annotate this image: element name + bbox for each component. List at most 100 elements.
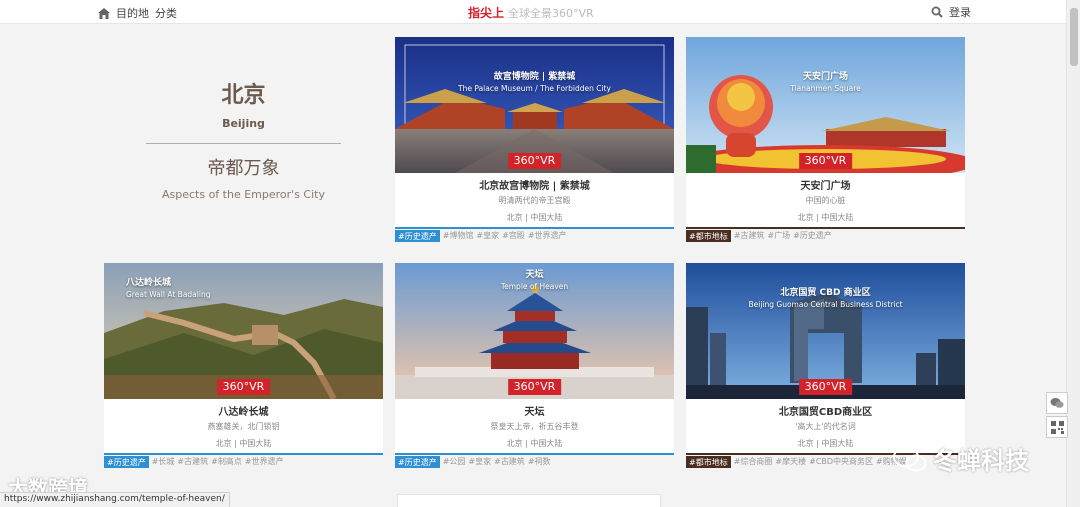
vr-badge: 360°VR: [798, 153, 853, 169]
scene-photo-title: 天坛 Temple of Heaven: [395, 269, 674, 293]
city-name-en: Beijing: [222, 117, 265, 130]
tag-link[interactable]: #皇家: [468, 456, 491, 467]
scene-info: 八达岭长城 燕塞雄关，北门锁钥 北京 | 中国大陆: [104, 399, 383, 455]
qrcode-button[interactable]: [1046, 416, 1068, 438]
scene-info: 天坛 祭皇天上帝，祈五谷丰登 北京 | 中国大陆: [395, 399, 674, 455]
page-scrollbar[interactable]: [1066, 0, 1080, 507]
tag-link[interactable]: #博物馆: [443, 230, 474, 241]
site-logo[interactable]: 指尖上 全球全景360°VR: [468, 4, 594, 21]
tag-link[interactable]: #古建筑: [494, 456, 525, 467]
photo-title-cn: 八达岭长城: [126, 278, 172, 288]
vr-badge: 360°VR: [798, 379, 853, 395]
tag-link[interactable]: #世界遗产: [528, 230, 567, 241]
tag-link[interactable]: #祠数: [528, 456, 551, 467]
vr-badge: 360°VR: [507, 379, 562, 395]
tag-link[interactable]: #历史遗产: [793, 230, 832, 241]
scene-name[interactable]: 天坛: [395, 406, 674, 419]
scene-photo[interactable]: 天坛 Temple of Heaven 360°VR: [395, 263, 674, 399]
city-name-cn: 北京: [221, 82, 266, 108]
top-navigation-bar: 目的地 分类 指尖上 全球全景360°VR 登录: [0, 0, 1066, 24]
scene-location: 北京 | 中国大陆: [797, 213, 854, 222]
browser-status-url: https://www.zhijianshang.com/temple-of-h…: [0, 492, 230, 507]
tag-link[interactable]: #广场: [767, 230, 790, 241]
scrollbar-thumb[interactable]: [1070, 8, 1078, 66]
photo-title-en: Temple of Heaven: [500, 282, 569, 291]
wechat-share-button[interactable]: [1046, 392, 1068, 414]
tag-link[interactable]: #长城: [152, 456, 175, 467]
scene-location: 北京 | 中国大陆: [215, 439, 272, 448]
scene-name[interactable]: 北京故宫博物院 | 紫禁城: [395, 180, 674, 193]
tag-link[interactable]: #古建筑: [734, 230, 765, 241]
photo-title-cn: 天安门广场: [802, 72, 848, 82]
scene-description: 明清两代的帝王宫殿: [498, 196, 571, 205]
vr-badge: 360°VR: [507, 153, 562, 169]
scene-photo[interactable]: 天安门广场 Tiananmen Square 360°VR: [686, 37, 965, 173]
photo-title-en: Beijing Guomao Central Business District: [748, 300, 903, 309]
scene-photo-title: 故宫博物院 | 紫禁城 The Palace Museum / The Forb…: [395, 71, 674, 95]
scene-tags: #历史遗产 #长城 #古建筑 #制高点 #世界遗产: [104, 453, 383, 468]
tag-link[interactable]: #古建筑: [177, 456, 208, 467]
scene-tags: #历史遗产 #公园 #皇家 #古建筑 #祠数: [395, 453, 674, 468]
category-tag[interactable]: #历史遗产: [104, 455, 149, 468]
scene-photo[interactable]: 北京国贸 CBD 商业区 Beijing Guomao Central Busi…: [686, 263, 965, 399]
photo-title-en: The Palace Museum / The Forbidden City: [458, 84, 611, 93]
scene-photo[interactable]: 故宫博物院 | 紫禁城 The Palace Museum / The Forb…: [395, 37, 674, 173]
city-slogan-cn: 帝都万象: [207, 158, 280, 179]
scene-name[interactable]: 北京国贸CBD商业区: [686, 406, 965, 419]
photo-title-cn: 北京国贸 CBD 商业区: [780, 288, 871, 298]
brand-main-text: 指尖上: [468, 6, 505, 20]
scene-card-tiananmen-square[interactable]: 天安门广场 Tiananmen Square 360°VR 天安门广场 中国的心…: [686, 37, 965, 242]
nav-destination-link[interactable]: 目的地: [116, 5, 149, 21]
scene-photo[interactable]: 八达岭长城 Great Wall At Badaling 360°VR: [104, 263, 383, 399]
scene-card-great-wall[interactable]: 八达岭长城 Great Wall At Badaling 360°VR 八达岭长…: [104, 263, 383, 468]
category-tag[interactable]: #都市地标: [686, 229, 731, 242]
scene-card-palace-museum[interactable]: 故宫博物院 | 紫禁城 The Palace Museum / The Forb…: [395, 37, 674, 242]
scene-description: '高大上'的代名词: [795, 422, 856, 431]
wechat-icon: [1050, 398, 1064, 408]
tag-link[interactable]: #综合商圈: [734, 456, 773, 467]
nav-right: 登录: [931, 4, 971, 20]
scene-location: 北京 | 中国大陆: [506, 439, 563, 448]
scene-info: 北京故宫博物院 | 紫禁城 明清两代的帝王宫殿 北京 | 中国大陆: [395, 173, 674, 229]
tag-link[interactable]: #公园: [443, 456, 466, 467]
scene-location: 北京 | 中国大陆: [506, 213, 563, 222]
home-icon[interactable]: [98, 7, 110, 19]
city-intro: 北京 Beijing 帝都万象 Aspects of the Emperor's…: [104, 37, 383, 229]
brand-sub-text: 全球全景360°VR: [508, 7, 594, 20]
wechat-watermark-icon: [893, 446, 927, 471]
watermark-right-text: 冬蝉科技: [933, 447, 1029, 475]
tag-link[interactable]: #制高点: [211, 456, 242, 467]
tag-link[interactable]: #CBD中央商务区: [809, 456, 873, 467]
category-tag[interactable]: #历史遗产: [395, 229, 440, 242]
city-slogan-en: Aspects of the Emperor's City: [161, 188, 325, 201]
scene-photo-title: 北京国贸 CBD 商业区 Beijing Guomao Central Busi…: [686, 287, 965, 311]
nav-left: 目的地 分类: [98, 5, 177, 21]
category-tag[interactable]: #都市地标: [686, 455, 731, 468]
scene-description: 燕塞雄关，北门锁钥: [207, 422, 280, 431]
photo-title-en: Great Wall At Badaling: [126, 290, 211, 299]
scene-card-temple-of-heaven[interactable]: 天坛 Temple of Heaven 360°VR 天坛 祭皇天上帝，祈五谷丰…: [395, 263, 674, 468]
scene-description: 祭皇天上帝，祈五谷丰登: [490, 422, 579, 431]
scene-card-guomao-cbd[interactable]: 北京国贸 CBD 商业区 Beijing Guomao Central Busi…: [686, 263, 965, 468]
scene-name[interactable]: 八达岭长城: [104, 406, 383, 419]
photo-title-cn: 天坛: [525, 270, 544, 280]
scene-card-partial[interactable]: [397, 494, 661, 507]
tag-link[interactable]: #世界遗产: [245, 456, 284, 467]
photo-title-en: Tiananmen Square: [790, 84, 861, 93]
qrcode-icon: [1050, 420, 1064, 434]
category-tag[interactable]: #历史遗产: [395, 455, 440, 468]
scene-description: 中国的心脏: [805, 196, 846, 205]
watermark-right: 冬蝉科技: [893, 441, 1029, 476]
search-icon[interactable]: [931, 6, 943, 18]
side-tools: [1046, 392, 1068, 440]
tag-link[interactable]: #宫殿: [502, 230, 525, 241]
scene-name[interactable]: 天安门广场: [686, 180, 965, 193]
scene-tags: #历史遗产 #博物馆 #皇家 #宫殿 #世界遗产: [395, 227, 674, 242]
tag-link[interactable]: #皇家: [476, 230, 499, 241]
login-link[interactable]: 登录: [949, 4, 971, 20]
vr-badge: 360°VR: [216, 379, 271, 395]
photo-title-cn: 故宫博物院 | 紫禁城: [493, 72, 576, 82]
scene-info: 天安门广场 中国的心脏 北京 | 中国大陆: [686, 173, 965, 229]
nav-category-link[interactable]: 分类: [155, 5, 177, 21]
tag-link[interactable]: #摩天楼: [775, 456, 806, 467]
